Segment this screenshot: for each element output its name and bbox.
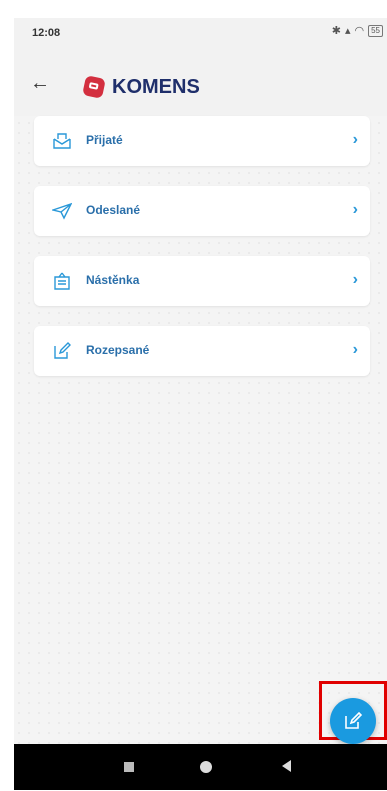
menu-list: Přijaté › Odeslané › Nástěnka › Rozepsan…	[34, 116, 370, 396]
signal-icon: ▴	[344, 25, 351, 37]
chevron-right-icon: ›	[352, 341, 358, 358]
wifi-icon: ◠	[354, 25, 365, 37]
battery-icon: 55	[368, 24, 383, 37]
status-time: 12:08	[32, 27, 61, 39]
menu-item-prijate[interactable]: Přijaté ›	[34, 116, 370, 166]
bluetooth-icon: ✱	[331, 25, 341, 37]
status-bar: 12:08 ✱ ▴ ◠ 55	[14, 18, 387, 44]
android-nav-bar	[14, 744, 387, 790]
bulletin-board-icon	[52, 271, 72, 291]
edit-icon	[345, 711, 363, 729]
paper-plane-icon	[50, 201, 73, 221]
back-arrow-icon[interactable]: ←	[30, 72, 50, 95]
menu-item-label: Nástěnka	[86, 273, 140, 287]
chevron-right-icon: ›	[352, 271, 358, 288]
page-title: KOMENS	[112, 76, 200, 98]
edit-icon	[52, 341, 72, 361]
inbox-icon	[52, 131, 72, 151]
chevron-right-icon: ›	[352, 201, 358, 218]
menu-item-label: Odeslané	[86, 203, 141, 217]
app-bar: ← KOMENS	[14, 44, 387, 116]
home-button[interactable]	[200, 761, 212, 773]
chevron-right-icon: ›	[352, 131, 358, 148]
menu-item-odeslane[interactable]: Odeslané ›	[34, 186, 370, 236]
recent-apps-button[interactable]	[124, 762, 134, 772]
menu-item-rozepsane[interactable]: Rozepsané ›	[34, 326, 370, 376]
menu-item-label: Rozepsané	[86, 343, 150, 357]
nav-back-button[interactable]	[282, 760, 291, 772]
status-icons: ✱ ▴ ◠ 55	[332, 24, 383, 37]
menu-item-nastenka[interactable]: Nástěnka ›	[34, 256, 370, 306]
menu-item-label: Přijaté	[86, 133, 123, 147]
compose-button[interactable]	[330, 698, 376, 744]
komens-logo-icon	[82, 75, 106, 99]
phone-screen: 12:08 ✱ ▴ ◠ 55 ← KOMENS Přijaté › Odesla…	[14, 18, 387, 790]
